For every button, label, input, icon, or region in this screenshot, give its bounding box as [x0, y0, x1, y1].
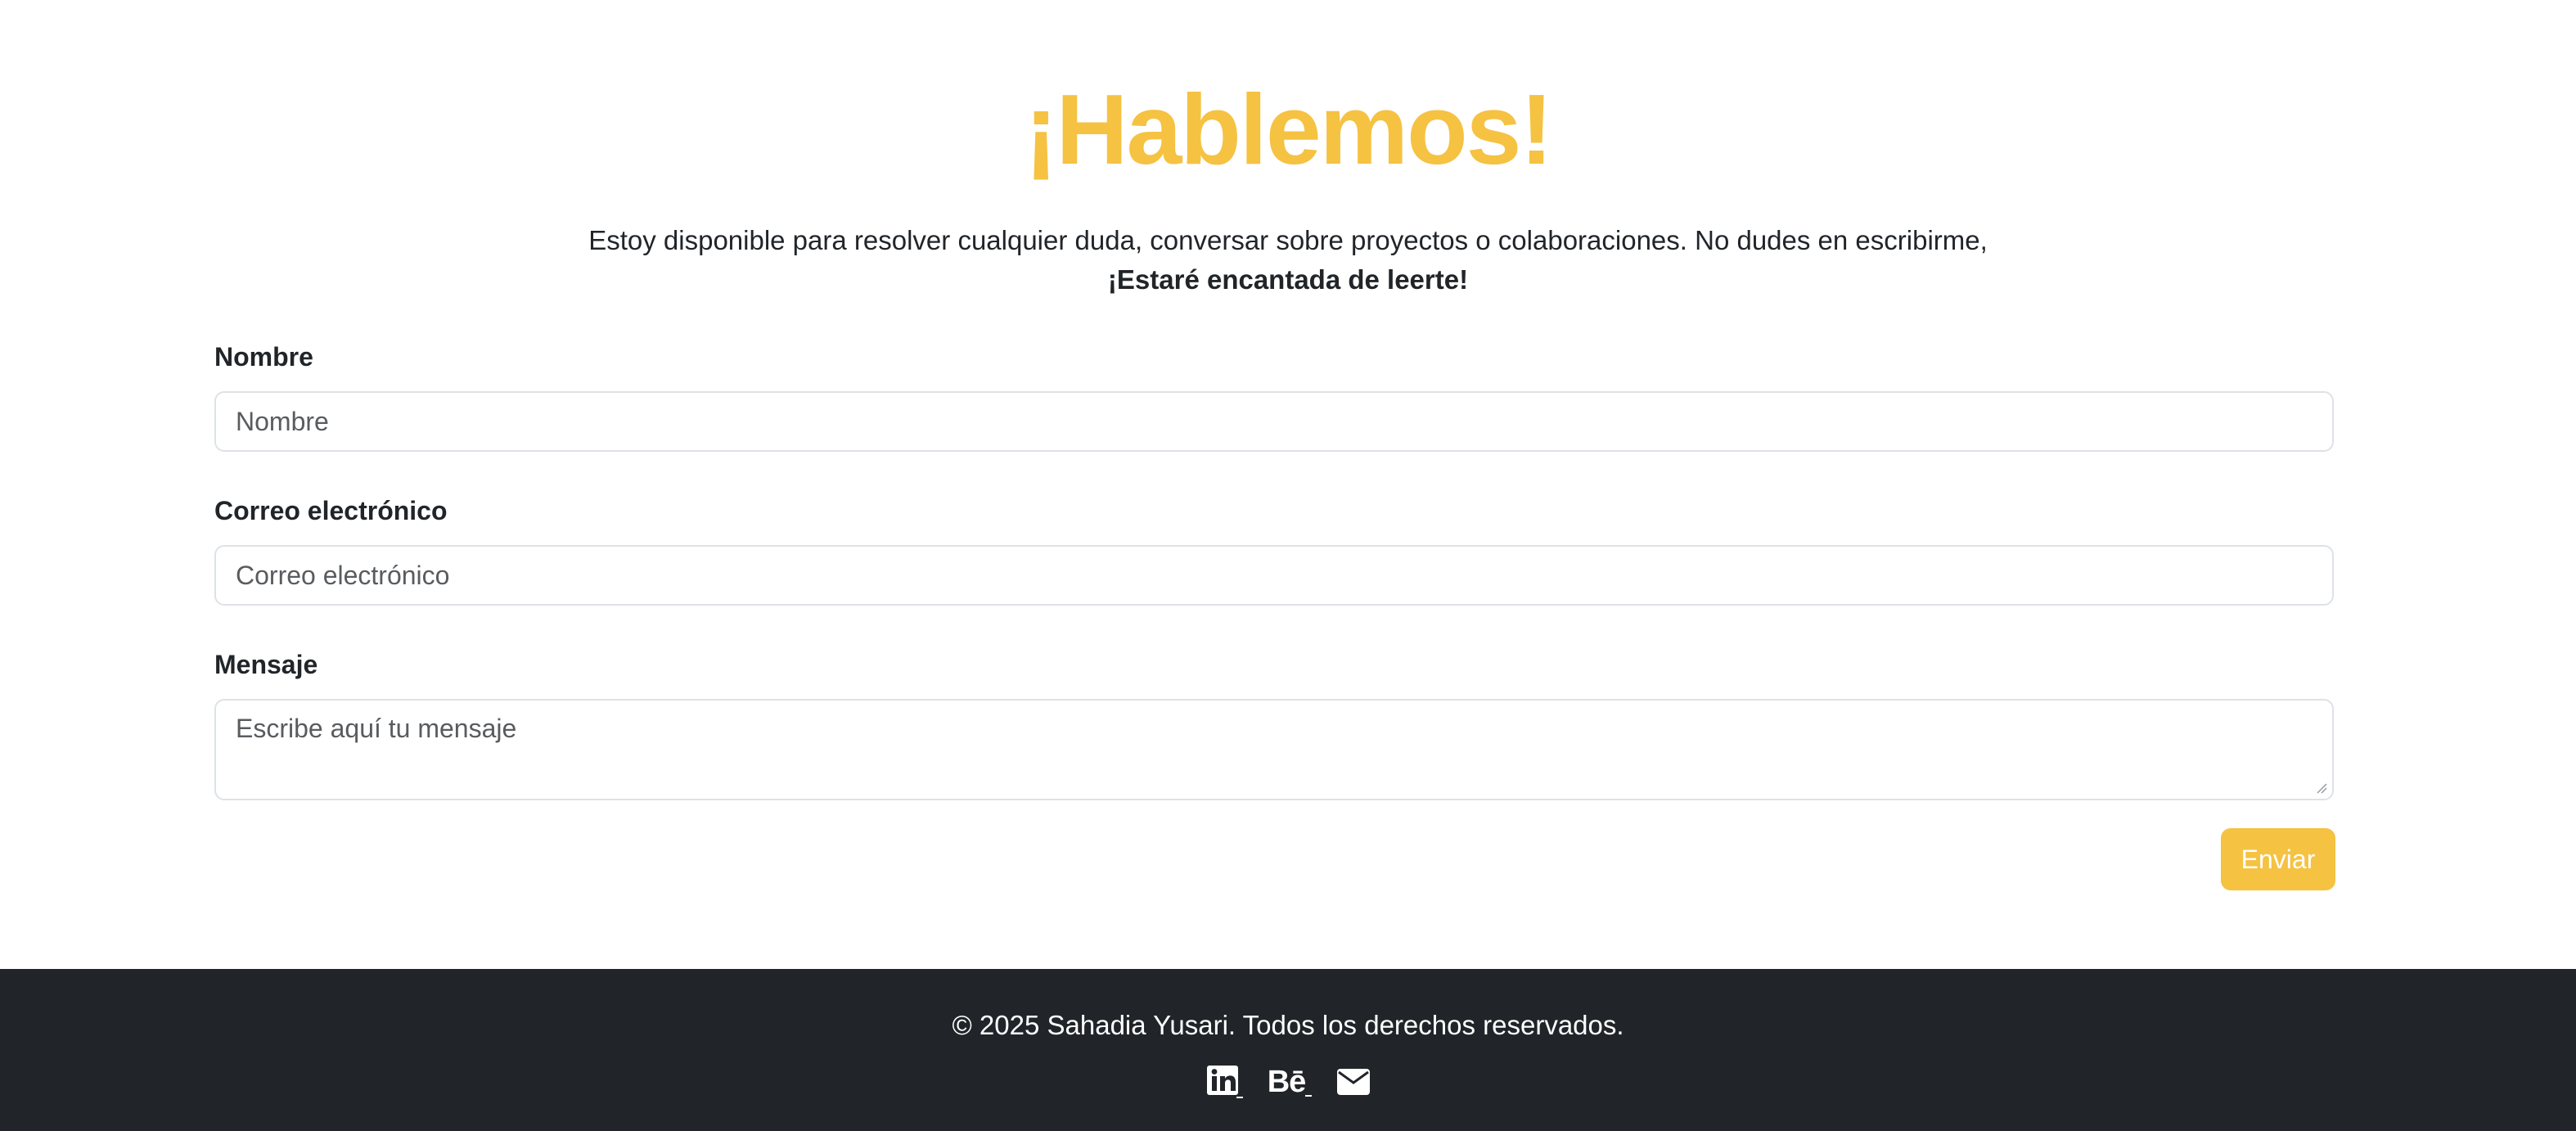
behance-underline — [1305, 1095, 1313, 1097]
intro-strong: ¡Estaré encantada de leerte! — [1107, 264, 1469, 295]
page-title: ¡Hablemos! — [1024, 74, 1553, 185]
linkedin-icon — [1206, 1066, 1243, 1098]
email-label: Correo electrónico — [214, 496, 448, 525]
message-placeholder: Escribe aquí tu mensaje — [236, 714, 517, 743]
behance-link[interactable]: Bē — [1268, 1062, 1313, 1102]
email-input[interactable]: Correo electrónico — [214, 545, 2334, 606]
name-label: Nombre — [214, 342, 313, 372]
footer: © 2025 Sahadia Yusari. Todos los derecho… — [0, 969, 2576, 1131]
email-placeholder: Correo electrónico — [236, 560, 450, 590]
intro-text: Estoy disponible para resolver cualquier… — [0, 221, 2576, 300]
name-placeholder: Nombre — [236, 406, 329, 436]
linkedin-link[interactable] — [1205, 1062, 1243, 1102]
contact-section: ¡Hablemos! Estoy disponible para resolve… — [0, 0, 2576, 969]
copyright-text: © 2025 Sahadia Yusari. Todos los derecho… — [952, 1010, 1624, 1040]
name-input[interactable]: Nombre — [214, 391, 2334, 452]
email-link[interactable] — [1336, 1062, 1371, 1102]
behance-icon: Bē — [1267, 1065, 1307, 1099]
envelope-icon — [1337, 1069, 1371, 1095]
message-label: Mensaje — [214, 650, 318, 679]
message-textarea[interactable]: Escribe aquí tu mensaje — [214, 699, 2334, 800]
social-links: Bē — [0, 1062, 2576, 1102]
send-button[interactable]: Enviar — [2221, 828, 2335, 890]
intro-paragraph: Estoy disponible para resolver cualquier… — [588, 225, 1988, 255]
resize-grip-icon[interactable] — [2316, 782, 2327, 794]
